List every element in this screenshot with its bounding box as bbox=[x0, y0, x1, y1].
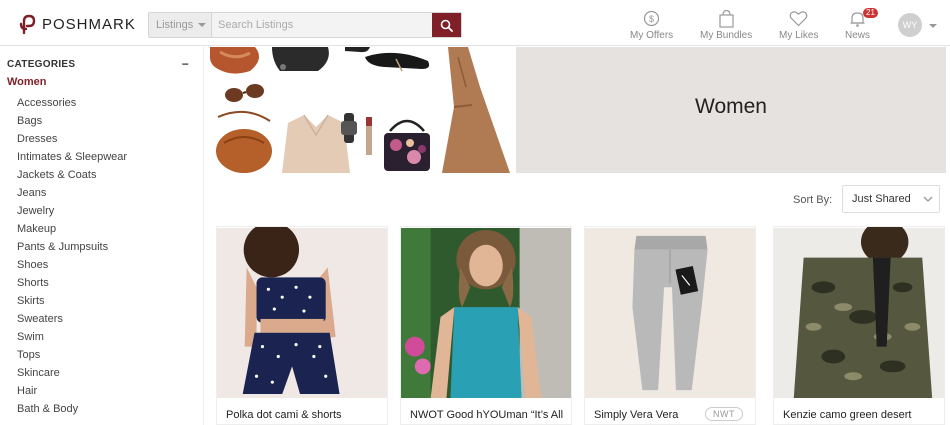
nav-my-likes-label: My Likes bbox=[779, 30, 819, 41]
search-bar: Listings bbox=[148, 12, 462, 38]
search-input[interactable] bbox=[212, 13, 432, 37]
listing-photo[interactable] bbox=[217, 227, 387, 399]
sidebar-item-shoes[interactable]: Shoes bbox=[17, 256, 127, 274]
listing-photo[interactable] bbox=[401, 227, 571, 399]
category-sidebar: CATEGORIES − Women Accessories Bags Dresse… bbox=[0, 47, 204, 425]
sidebar-item-dresses[interactable]: Dresses bbox=[17, 130, 127, 148]
banner-title: Women bbox=[695, 95, 767, 118]
sidebar-item-shorts[interactable]: Shorts bbox=[17, 274, 127, 292]
listing-title[interactable]: NWOT Good hYOUman “It’s All bbox=[410, 409, 565, 421]
svg-text:$: $ bbox=[649, 14, 654, 24]
sort-dropdown[interactable]: Just Shared bbox=[842, 185, 940, 213]
news-badge: 21 bbox=[863, 8, 878, 18]
listing-card[interactable]: NWOT Good hYOUman “It’s All bbox=[400, 226, 572, 425]
search-icon bbox=[440, 19, 453, 32]
nav-my-bundles[interactable]: My Bundles bbox=[700, 9, 752, 41]
listing-title[interactable]: Polka dot cami & shorts bbox=[226, 409, 381, 421]
sidebar-item-sweaters[interactable]: Sweaters bbox=[17, 310, 127, 328]
sidebar-item-makeup[interactable]: Makeup bbox=[17, 220, 127, 238]
listing-photo[interactable] bbox=[585, 227, 755, 399]
nav-my-bundles-label: My Bundles bbox=[700, 30, 753, 41]
categories-header[interactable]: CATEGORIES − bbox=[7, 57, 189, 71]
subcategory-list: Accessories Bags Dresses Intimates & Sleepw… bbox=[17, 94, 127, 418]
sort-dropdown-value: Just Shared bbox=[852, 193, 911, 205]
sidebar-item-swim[interactable]: Swim bbox=[17, 328, 127, 346]
avatar[interactable]: WY bbox=[898, 13, 922, 37]
banner-fashion-collage-image bbox=[210, 47, 516, 173]
search-button[interactable] bbox=[432, 13, 461, 37]
categories-heading: CATEGORIES bbox=[7, 58, 76, 70]
sidebar-item-women[interactable]: Women bbox=[7, 76, 47, 88]
sidebar-item-bags[interactable]: Bags bbox=[17, 112, 127, 130]
sidebar-item-hair[interactable]: Hair bbox=[17, 382, 127, 400]
account-chevron-down-icon[interactable] bbox=[929, 24, 937, 28]
sidebar-item-jeans[interactable]: Jeans bbox=[17, 184, 127, 202]
bell-icon: 21 bbox=[849, 8, 878, 28]
search-category-dropdown[interactable]: Listings bbox=[149, 13, 212, 37]
sidebar-item-bath-body[interactable]: Bath & Body bbox=[17, 400, 127, 418]
collapse-icon[interactable]: − bbox=[182, 57, 189, 71]
heart-icon bbox=[789, 9, 808, 28]
nav-my-offers[interactable]: $ My Offers bbox=[630, 9, 673, 41]
sidebar-item-jackets-coats[interactable]: Jackets & Coats bbox=[17, 166, 127, 184]
poshmark-logo[interactable]: POSHMARK bbox=[18, 13, 136, 35]
sidebar-item-pants-jumpsuits[interactable]: Pants & Jumpsuits bbox=[17, 238, 127, 256]
listing-title[interactable]: Kenzie camo green desert bbox=[783, 409, 938, 421]
listing-card[interactable]: Polka dot cami & shorts bbox=[216, 226, 388, 425]
chevron-down-icon bbox=[923, 196, 933, 202]
search-category-label: Listings bbox=[156, 19, 194, 31]
listing-card[interactable]: Simply Vera Vera NWT bbox=[584, 226, 756, 425]
sidebar-item-skirts[interactable]: Skirts bbox=[17, 292, 127, 310]
sidebar-item-jewelry[interactable]: Jewelry bbox=[17, 202, 127, 220]
sidebar-item-intimates-sleepwear[interactable]: Intimates & Sleepwear bbox=[17, 148, 127, 166]
listing-photo[interactable] bbox=[774, 227, 944, 399]
top-header: POSHMARK Listings $ My Offers My Bundles bbox=[0, 0, 950, 46]
chevron-down-icon bbox=[198, 23, 207, 27]
category-banner: Women bbox=[210, 47, 946, 173]
logo-text: POSHMARK bbox=[42, 15, 136, 33]
sidebar-item-accessories[interactable]: Accessories bbox=[17, 94, 127, 112]
nav-news-label: News bbox=[845, 30, 871, 41]
nwt-badge: NWT bbox=[705, 407, 743, 421]
nav-my-offers-label: My Offers bbox=[630, 30, 674, 41]
shopping-bag-icon bbox=[718, 9, 735, 28]
dollar-circle-icon: $ bbox=[643, 9, 660, 28]
sort-by-label: Sort By: bbox=[793, 194, 833, 206]
sidebar-item-skincare[interactable]: Skincare bbox=[17, 364, 127, 382]
nav-news[interactable]: 21 News bbox=[845, 8, 878, 41]
sidebar-item-tops[interactable]: Tops bbox=[17, 346, 127, 364]
listing-card[interactable]: Kenzie camo green desert bbox=[773, 226, 945, 425]
poshmark-logo-icon bbox=[19, 14, 36, 35]
nav-my-likes[interactable]: My Likes bbox=[779, 9, 818, 41]
